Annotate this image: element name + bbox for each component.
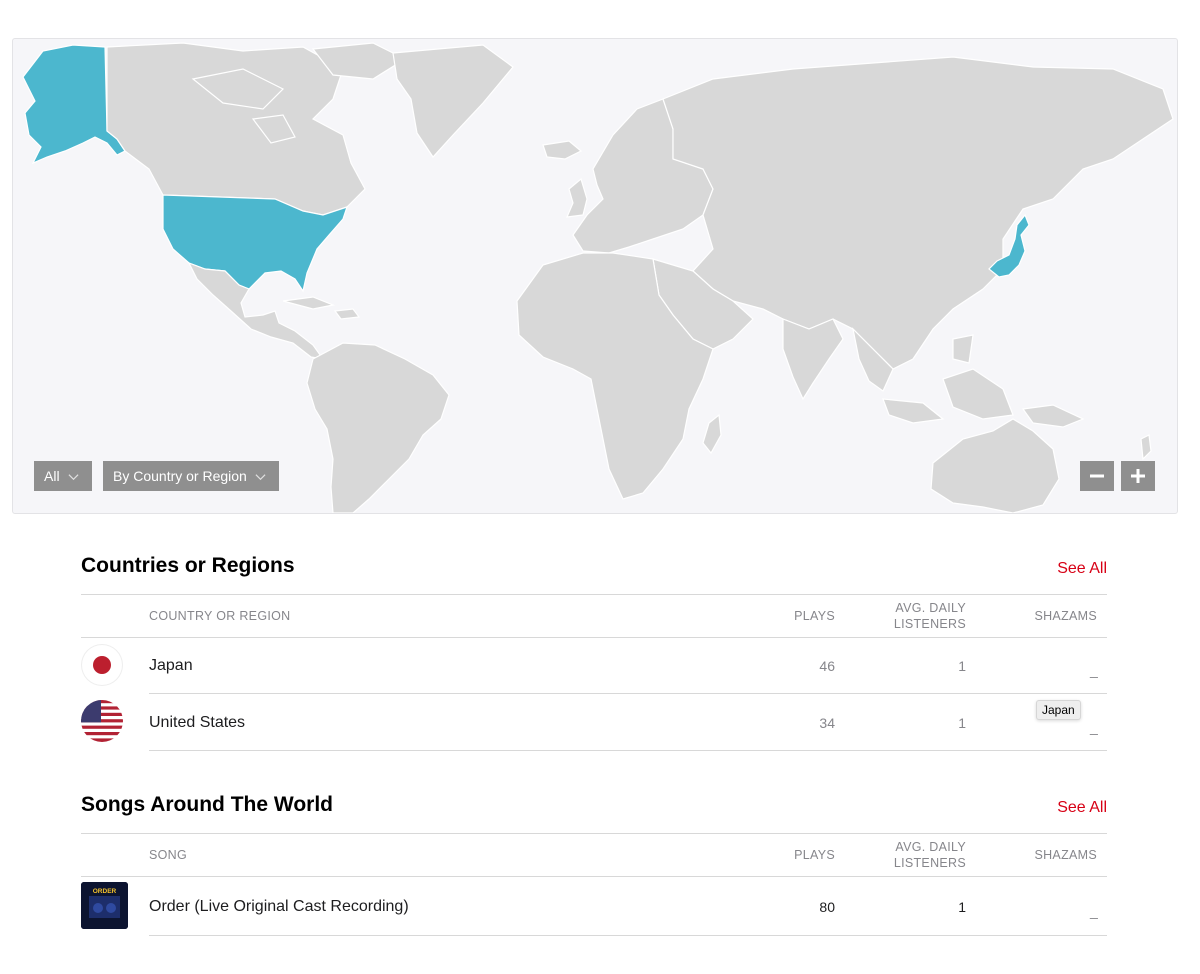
col-header-shazams[interactable]: SHAZAMS bbox=[1000, 608, 1097, 624]
table-row-shazams: _ bbox=[1090, 903, 1098, 919]
divider bbox=[149, 693, 1107, 694]
table-row-country-name[interactable]: United States bbox=[149, 714, 245, 732]
col-header-song[interactable]: SONG bbox=[149, 847, 187, 863]
col-header-listeners-line1: AVG. DAILY bbox=[895, 601, 966, 615]
south-america-region[interactable] bbox=[306, 342, 450, 513]
col-header-listeners[interactable]: AVG. DAILY LISTENERS bbox=[866, 600, 966, 632]
col-header-shazams[interactable]: SHAZAMS bbox=[1000, 847, 1097, 863]
uk-region[interactable] bbox=[566, 177, 588, 218]
col-header-listeners-line2: LISTENERS bbox=[893, 617, 966, 631]
zoom-out-button[interactable] bbox=[1080, 461, 1114, 491]
album-art: ORDER bbox=[81, 882, 128, 929]
chevron-down-icon bbox=[255, 473, 266, 480]
table-row-listeners: 1 bbox=[958, 715, 966, 731]
iceland-region[interactable] bbox=[542, 140, 583, 160]
table-row-plays: 80 bbox=[819, 899, 835, 915]
divider bbox=[81, 594, 1107, 595]
table-row-listeners: 1 bbox=[958, 658, 966, 674]
col-header-listeners-line1: AVG. DAILY bbox=[895, 840, 966, 854]
col-header-country[interactable]: COUNTRY OR REGION bbox=[149, 608, 290, 624]
zoom-in-button[interactable] bbox=[1121, 461, 1155, 491]
madagascar-region[interactable] bbox=[702, 413, 722, 455]
plus-icon bbox=[1131, 469, 1145, 483]
world-map[interactable] bbox=[13, 39, 1177, 513]
minus-icon bbox=[1090, 474, 1104, 478]
table-row-country-name[interactable]: Japan bbox=[149, 657, 193, 675]
us-flag-icon bbox=[81, 700, 123, 742]
divider bbox=[149, 935, 1107, 936]
japan-flag-icon bbox=[81, 644, 123, 686]
table-row-listeners: 1 bbox=[958, 899, 966, 915]
table-row-song-name[interactable]: Order (Live Original Cast Recording) bbox=[149, 898, 409, 916]
new-zealand-region[interactable] bbox=[1140, 434, 1152, 461]
india-region[interactable] bbox=[782, 318, 844, 401]
table-row-shazams: _ bbox=[1090, 719, 1098, 735]
table-row-plays: 46 bbox=[819, 658, 835, 674]
col-header-plays[interactable]: PLAYS bbox=[760, 608, 835, 624]
australia-region[interactable] bbox=[930, 418, 1060, 513]
chevron-down-icon bbox=[68, 473, 79, 480]
table-row-shazams: _ bbox=[1090, 662, 1098, 678]
songs-see-all-link[interactable]: See All bbox=[1057, 799, 1107, 817]
table-row-plays: 34 bbox=[819, 715, 835, 731]
canada-region[interactable] bbox=[106, 42, 366, 216]
filter-all-label: All bbox=[44, 468, 60, 484]
countries-see-all-link[interactable]: See All bbox=[1057, 560, 1107, 578]
divider bbox=[81, 637, 1107, 638]
album-art-text: ORDER bbox=[93, 888, 117, 895]
filter-region-label: By Country or Region bbox=[113, 468, 247, 484]
world-map-panel[interactable]: All By Country or Region bbox=[12, 38, 1178, 514]
filter-all-dropdown[interactable]: All bbox=[34, 461, 92, 491]
countries-section-title: Countries or Regions bbox=[81, 554, 295, 577]
map-tooltip: Japan bbox=[1036, 700, 1081, 720]
col-header-listeners-line2: LISTENERS bbox=[893, 856, 966, 870]
divider bbox=[149, 750, 1107, 751]
col-header-listeners[interactable]: AVG. DAILY LISTENERS bbox=[866, 839, 966, 871]
new-guinea-region[interactable] bbox=[1021, 404, 1085, 428]
caribbean-region[interactable] bbox=[282, 296, 361, 320]
songs-section-title: Songs Around The World bbox=[81, 793, 333, 816]
greenland-region[interactable] bbox=[392, 44, 514, 158]
divider bbox=[81, 833, 1107, 834]
col-header-plays[interactable]: PLAYS bbox=[760, 847, 835, 863]
divider bbox=[81, 876, 1107, 877]
filter-region-dropdown[interactable]: By Country or Region bbox=[103, 461, 279, 491]
